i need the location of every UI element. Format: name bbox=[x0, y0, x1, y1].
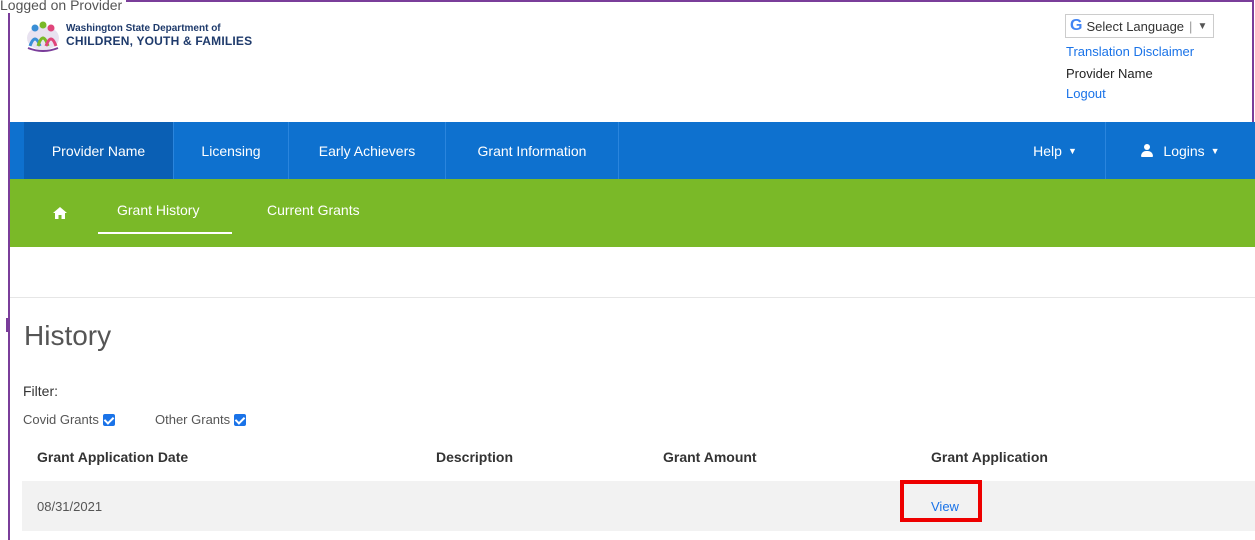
filter-other-grants[interactable]: Other Grants bbox=[155, 412, 247, 427]
nav-early-achievers[interactable]: Early Achievers bbox=[289, 122, 445, 179]
dropdown-arrow-icon: ▼ bbox=[1197, 20, 1208, 32]
col-header-description: Description bbox=[436, 449, 514, 465]
caption-label: Logged on Provider bbox=[0, 0, 127, 13]
nav-grant-information[interactable]: Grant Information bbox=[446, 122, 618, 179]
filter-covid-grants[interactable]: Covid Grants bbox=[23, 412, 115, 427]
frame-mark bbox=[6, 318, 8, 332]
agency-logo[interactable]: Washington State Department of CHILDREN,… bbox=[26, 18, 252, 52]
spacer-strip bbox=[10, 247, 1255, 298]
translation-disclaimer-link[interactable]: Translation Disclaimer bbox=[1066, 44, 1194, 59]
language-select[interactable]: G Select Language | ▼ bbox=[1065, 14, 1215, 38]
home-icon[interactable] bbox=[53, 207, 67, 219]
nav-provider-name[interactable]: Provider Name bbox=[24, 122, 173, 179]
family-logo-icon bbox=[27, 21, 59, 52]
cell-date: 08/31/2021 bbox=[37, 499, 103, 514]
filter-other-label: Other Grants bbox=[155, 412, 231, 427]
other-grants-checkbox[interactable] bbox=[234, 413, 247, 426]
caret-down-icon: ▼ bbox=[1067, 145, 1077, 156]
nav-help-dropdown[interactable]: Help ▼ bbox=[1005, 122, 1105, 179]
google-icon: G bbox=[1070, 17, 1083, 34]
logins-label: Logins bbox=[1163, 142, 1205, 159]
tab-current-grants[interactable]: Current Grants bbox=[267, 202, 360, 218]
table-row bbox=[22, 481, 1255, 531]
tab-grant-history[interactable]: Grant History bbox=[117, 202, 199, 218]
main-nav: Provider Name Licensing Early Achievers … bbox=[10, 122, 1255, 179]
filter-covid-label: Covid Grants bbox=[23, 412, 99, 427]
logo-line2: CHILDREN, YOUTH & FAMILIES bbox=[66, 34, 253, 48]
frame-border-top bbox=[8, 0, 1254, 2]
caret-down-icon: ▼ bbox=[1210, 145, 1220, 156]
col-header-date: Grant Application Date bbox=[37, 449, 189, 465]
nav-divider bbox=[618, 122, 619, 179]
page-title: History bbox=[24, 320, 112, 351]
language-select-label: Select Language bbox=[1086, 18, 1185, 34]
logout-link[interactable]: Logout bbox=[1066, 86, 1106, 101]
language-divider: | bbox=[1189, 18, 1193, 34]
col-header-application: Grant Application bbox=[931, 449, 1048, 465]
covid-grants-checkbox[interactable] bbox=[102, 413, 115, 426]
nav-licensing[interactable]: Licensing bbox=[174, 122, 288, 179]
highlight-box bbox=[900, 480, 982, 522]
col-header-amount: Grant Amount bbox=[663, 449, 757, 465]
frame-border-right bbox=[1252, 0, 1254, 122]
filter-label: Filter: bbox=[23, 383, 58, 399]
active-tab-underline bbox=[98, 232, 232, 234]
provider-name-text: Provider Name bbox=[1066, 66, 1153, 81]
help-label: Help bbox=[1033, 142, 1062, 159]
user-icon bbox=[1141, 144, 1154, 157]
nav-logins-dropdown[interactable]: Logins ▼ bbox=[1106, 122, 1255, 179]
